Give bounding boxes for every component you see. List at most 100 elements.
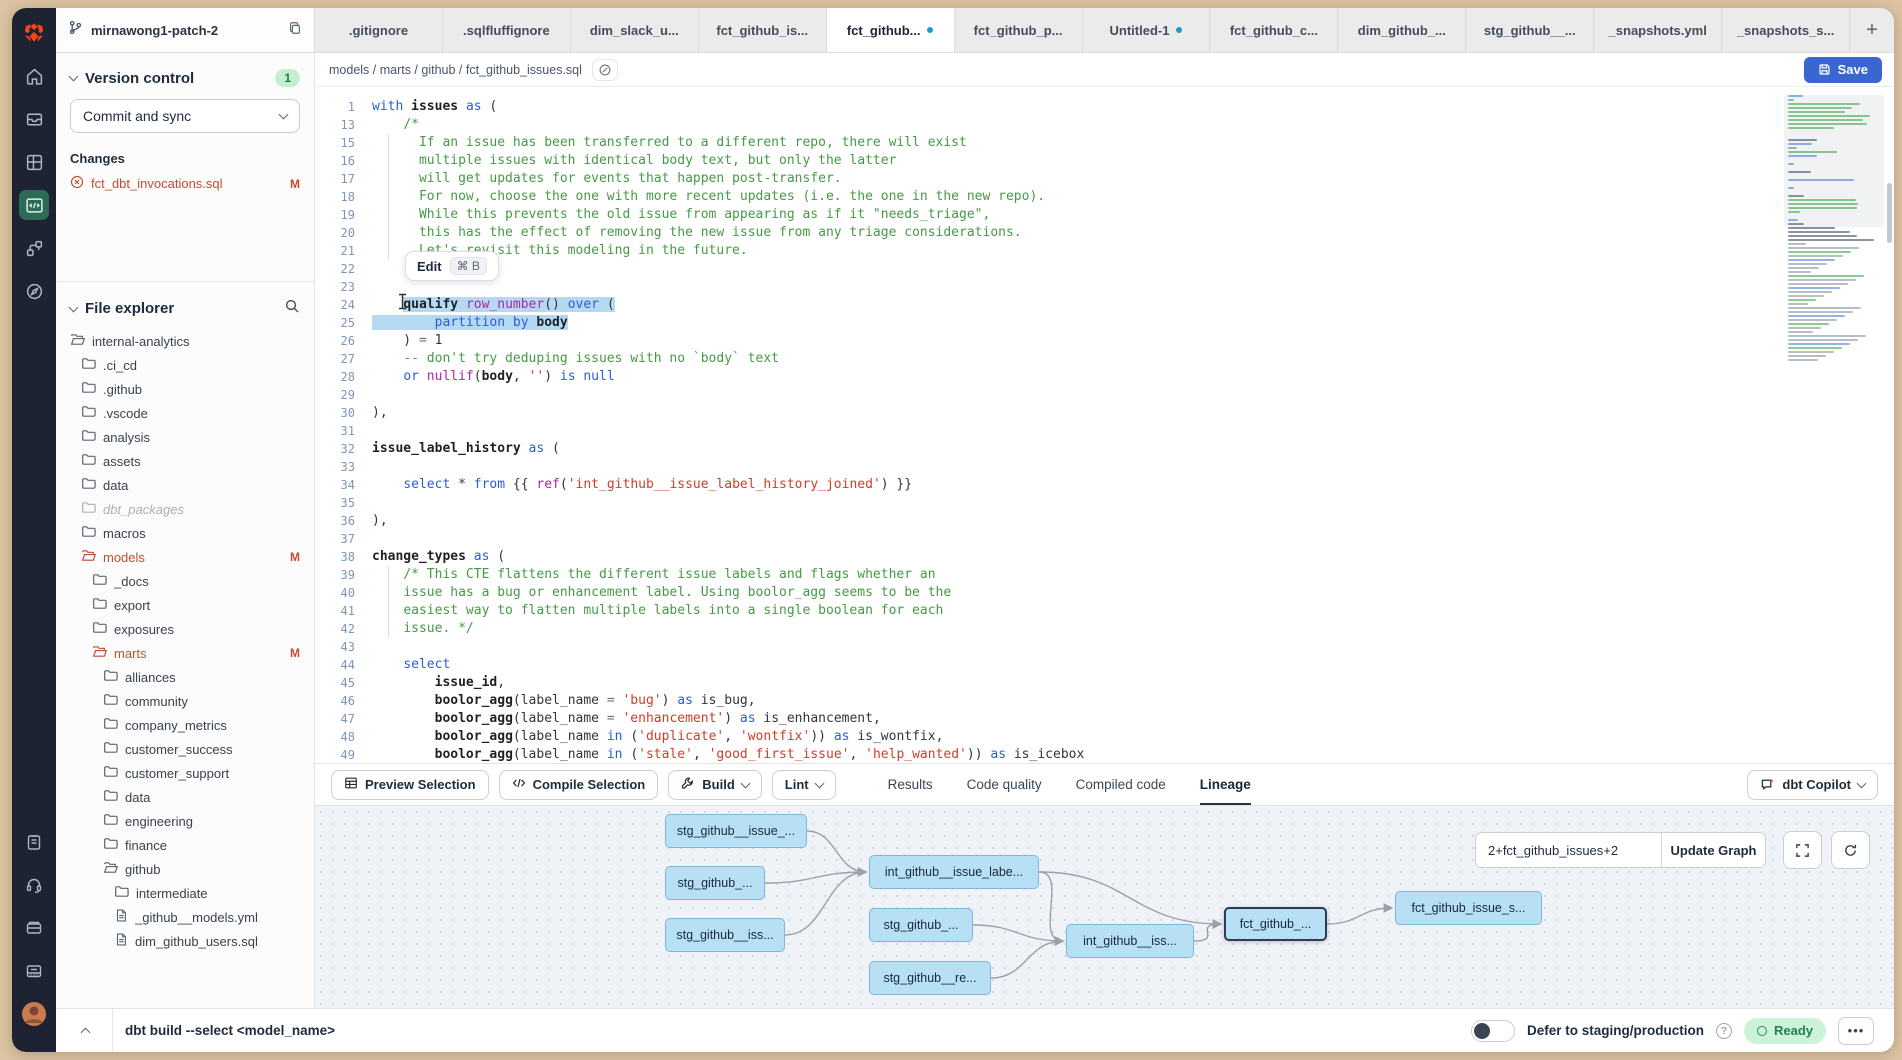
file-link-icon[interactable]	[592, 59, 618, 81]
tree-item-analysis[interactable]: analysis	[56, 425, 314, 449]
code-line[interactable]: 49 boolor_agg(label_name in ('stale', 'g…	[315, 746, 1894, 763]
lineage-node-n2[interactable]: stg_github_...	[665, 866, 765, 900]
build-button[interactable]: Build	[668, 770, 762, 800]
tree-item-.vscode[interactable]: .vscode	[56, 401, 314, 425]
tree-item-customer_success[interactable]: customer_success	[56, 737, 314, 761]
tree-item-_github__models.yml[interactable]: _github__models.yml	[56, 905, 314, 929]
lineage-node-n1[interactable]: stg_github__issue_...	[665, 814, 807, 848]
editor-tab[interactable]: fct_github...	[827, 8, 955, 52]
vertical-scrollbar[interactable]	[1887, 183, 1892, 243]
dbt-copilot-button[interactable]: dbt Copilot	[1747, 770, 1878, 800]
code-line[interactable]: 36),	[315, 512, 1894, 530]
copy-icon[interactable]	[288, 21, 302, 40]
fullscreen-icon[interactable]	[1783, 831, 1822, 869]
code-line[interactable]: 20 this has the effect of removing the n…	[315, 224, 1894, 242]
clipboard-icon[interactable]	[19, 827, 49, 857]
tree-item-community[interactable]: community	[56, 689, 314, 713]
git-fork-icon[interactable]	[19, 233, 49, 263]
code-line[interactable]: 27 -- don't try deduping issues with no …	[315, 350, 1894, 368]
new-tab-button[interactable]: +	[1850, 8, 1894, 52]
code-line[interactable]: 37	[315, 530, 1894, 548]
changed-file-item[interactable]: fct_dbt_invocations.sqlM	[56, 172, 314, 195]
editor-tab[interactable]: .gitignore	[315, 8, 443, 52]
editor-tab[interactable]: Untitled-1	[1083, 8, 1211, 52]
code-line[interactable]: 39 /* This CTE flattens the different is…	[315, 566, 1894, 584]
update-graph-button[interactable]: Update Graph	[1661, 833, 1765, 867]
lineage-node-n8[interactable]: fct_github_...	[1224, 907, 1327, 941]
code-minimap[interactable]	[1788, 95, 1880, 363]
lineage-node-n7[interactable]: int_github__iss...	[1066, 924, 1194, 958]
avatar[interactable]	[19, 999, 49, 1029]
headset-icon[interactable]	[19, 870, 49, 900]
code-line[interactable]: 40 issue has a bug or enhancement label.…	[315, 584, 1894, 602]
tree-item-data[interactable]: data	[56, 473, 314, 497]
code-line[interactable]: 48 boolor_agg(label_name in ('duplicate'…	[315, 728, 1894, 746]
code-line[interactable]: 42 issue. */	[315, 620, 1894, 638]
code-line[interactable]: 28 or nullif(body, '') is null	[315, 368, 1894, 386]
code-line[interactable]: 30),	[315, 404, 1894, 422]
code-line[interactable]: 29	[315, 386, 1894, 404]
tree-item-finance[interactable]: finance	[56, 833, 314, 857]
tree-item-exposures[interactable]: exposures	[56, 617, 314, 641]
code-editor-icon[interactable]	[19, 190, 49, 220]
tree-item-customer_support[interactable]: customer_support	[56, 761, 314, 785]
lineage-node-n9[interactable]: fct_github_issue_s...	[1395, 891, 1542, 925]
compile-selection-button[interactable]: Compile Selection	[499, 770, 659, 800]
chevron-down-icon[interactable]	[69, 72, 79, 82]
defer-toggle[interactable]	[1471, 1020, 1515, 1042]
lineage-node-n4[interactable]: int_github__issue_labe...	[869, 855, 1039, 889]
tab-code-quality[interactable]: Code quality	[967, 764, 1042, 806]
tree-item-assets[interactable]: assets	[56, 449, 314, 473]
commit-and-sync-button[interactable]: Commit and sync	[70, 99, 300, 133]
code-line[interactable]: 31	[315, 422, 1894, 440]
editor-tab[interactable]: dim_slack_u...	[571, 8, 699, 52]
edit-popup[interactable]: Edit ⌘ B	[405, 251, 499, 281]
editor-tab[interactable]: stg_github__...	[1466, 8, 1594, 52]
code-line[interactable]: 1with issues as (	[315, 98, 1894, 116]
tree-item-.ci_cd[interactable]: .ci_cd	[56, 353, 314, 377]
drawer-icon[interactable]	[19, 913, 49, 943]
expand-command-bar-icon[interactable]	[70, 1017, 100, 1045]
tab-lineage[interactable]: Lineage	[1200, 764, 1251, 806]
tab-compiled-code[interactable]: Compiled code	[1076, 764, 1166, 806]
code-line[interactable]: 33	[315, 458, 1894, 476]
code-line[interactable]: 18 For now, choose the one with more rec…	[315, 188, 1894, 206]
code-line[interactable]: 47 boolor_agg(label_name = 'enhancement'…	[315, 710, 1894, 728]
lineage-node-n6[interactable]: stg_github__re...	[869, 961, 991, 995]
inbox-icon[interactable]	[19, 104, 49, 134]
code-line[interactable]: 24 qualify row_number() over (	[315, 296, 1894, 314]
code-line[interactable]: 23	[315, 278, 1894, 296]
editor-tab[interactable]: dim_github_...	[1338, 8, 1466, 52]
code-line[interactable]: 32issue_label_history as (	[315, 440, 1894, 458]
tree-item-marts[interactable]: martsM	[56, 641, 314, 665]
tree-item-data[interactable]: data	[56, 785, 314, 809]
code-line[interactable]: 45 issue_id,	[315, 674, 1894, 692]
edit-popup-label[interactable]: Edit	[417, 259, 442, 274]
help-icon[interactable]: ?	[1716, 1023, 1732, 1039]
code-line[interactable]: 26 ) = 1	[315, 332, 1894, 350]
chevron-down-icon[interactable]	[69, 302, 79, 312]
compass-icon[interactable]	[19, 276, 49, 306]
dbt-command-input[interactable]: dbt build --select <model_name>	[125, 1023, 1459, 1038]
tree-item-internal-analytics[interactable]: internal-analytics	[56, 329, 314, 353]
code-line[interactable]: 13 /*	[315, 116, 1894, 134]
grid-icon[interactable]	[19, 147, 49, 177]
tree-item-intermediate[interactable]: intermediate	[56, 881, 314, 905]
code-line[interactable]: 38change_types as (	[315, 548, 1894, 566]
code-line[interactable]: 22	[315, 260, 1894, 278]
code-line[interactable]: 19 While this prevents the old issue fro…	[315, 206, 1894, 224]
tab-results[interactable]: Results	[888, 764, 933, 806]
code-line[interactable]: 35	[315, 494, 1894, 512]
editor-tab[interactable]: _snapshots.yml	[1594, 8, 1722, 52]
refresh-icon[interactable]	[1831, 831, 1870, 869]
lineage-node-n3[interactable]: stg_github__iss...	[665, 918, 785, 952]
editor-tab[interactable]: .sqlfluffignore	[443, 8, 571, 52]
search-icon[interactable]	[284, 298, 300, 319]
lint-button[interactable]: Lint	[772, 770, 836, 800]
minimap-viewport[interactable]	[1784, 95, 1884, 227]
code-line[interactable]: 16 multiple issues with identical body t…	[315, 152, 1894, 170]
code-line[interactable]: 46 boolor_agg(label_name = 'bug') as is_…	[315, 692, 1894, 710]
preview-selection-button[interactable]: Preview Selection	[331, 770, 489, 800]
tree-item-.github[interactable]: .github	[56, 377, 314, 401]
tree-item-dim_github_users.sql[interactable]: dim_github_users.sql	[56, 929, 314, 953]
